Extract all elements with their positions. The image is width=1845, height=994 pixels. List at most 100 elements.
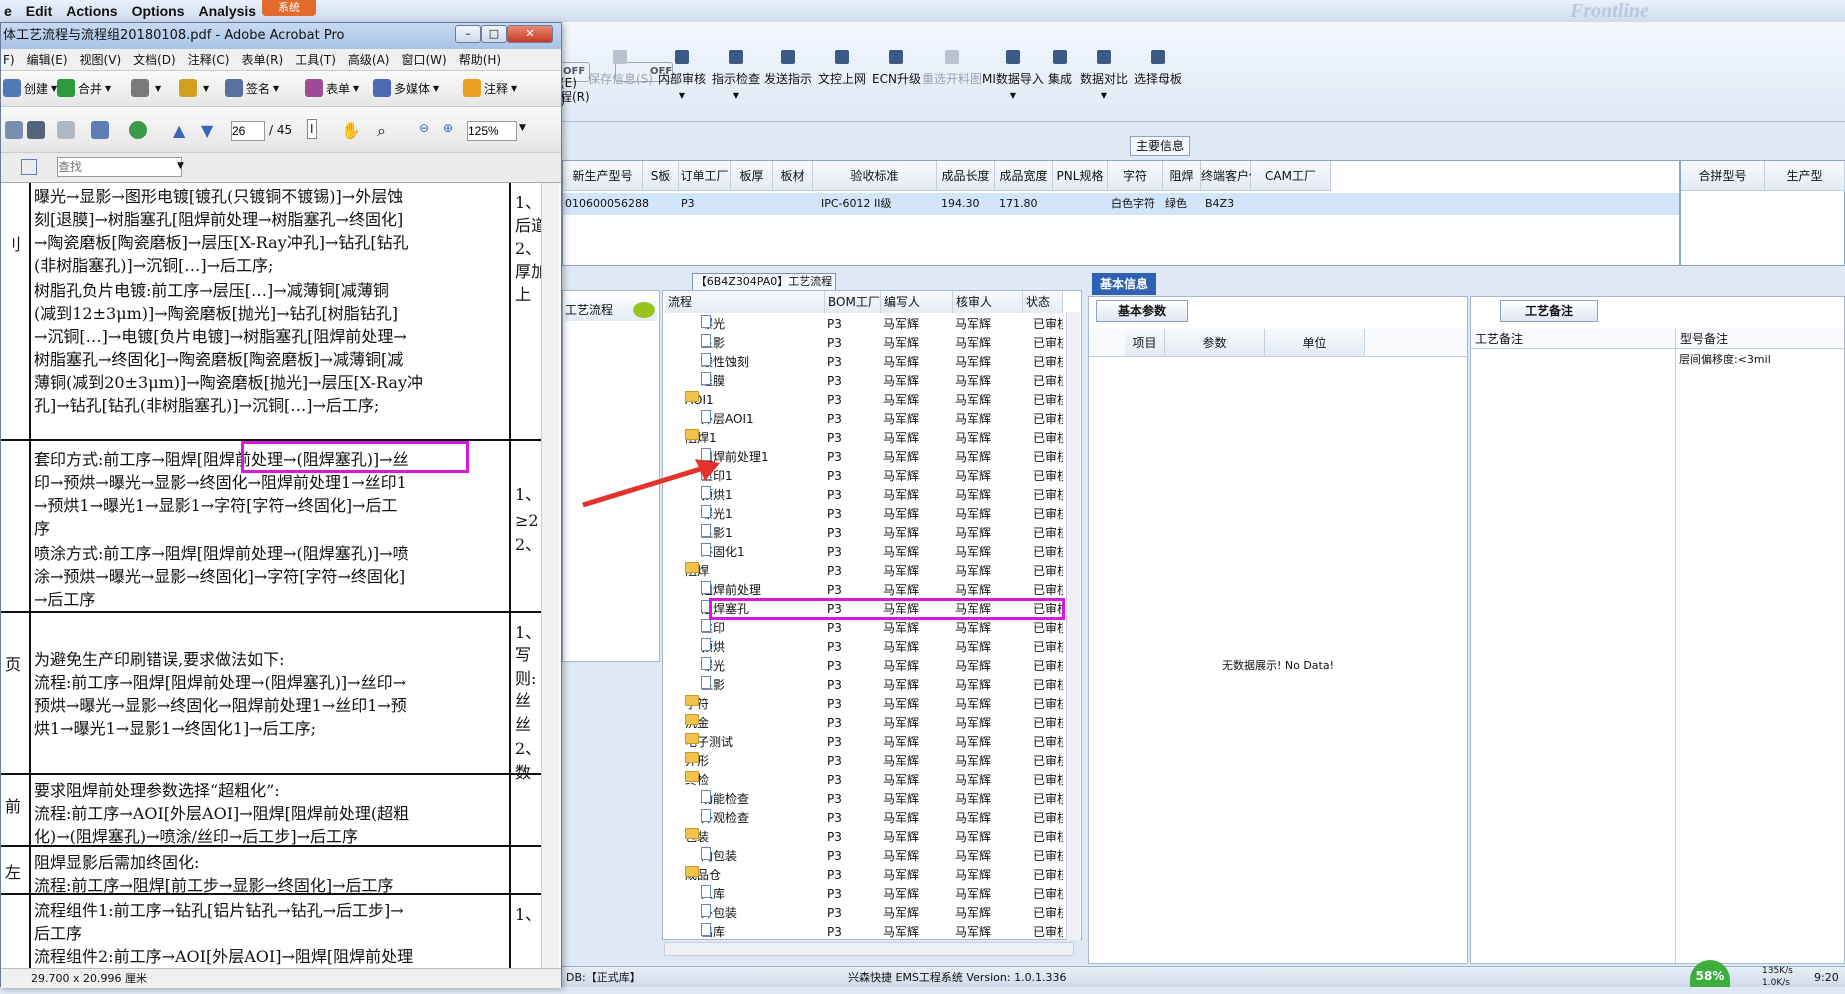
pdf-toolbar-button[interactable]: 多媒体 ▼ bbox=[373, 79, 439, 97]
maximize-button[interactable]: □ bbox=[481, 25, 507, 43]
col-header[interactable]: 订单工厂 bbox=[679, 161, 731, 191]
zoom-tool-icon[interactable]: ⌕ bbox=[377, 121, 386, 141]
pdf-menu-item[interactable]: 编辑(E) bbox=[27, 51, 68, 68]
tree-row[interactable]: −阻焊1P3马军辉马军辉已审核 bbox=[663, 429, 1063, 448]
find-input[interactable] bbox=[57, 157, 182, 177]
pdf-menu-item[interactable]: F) bbox=[3, 53, 15, 67]
zoom-in-icon[interactable]: ⊕ bbox=[443, 121, 453, 135]
web-icon[interactable] bbox=[129, 121, 147, 139]
vertical-scrollbar[interactable] bbox=[1066, 312, 1080, 940]
tree-row[interactable]: −包装P3马军辉马军辉已审核 bbox=[663, 828, 1063, 847]
tree-row[interactable]: 外观检查P3马军辉马军辉已审核 bbox=[663, 809, 1063, 828]
tree-row[interactable]: −终检P3马军辉马军辉已审核 bbox=[663, 771, 1063, 790]
col-header[interactable]: CAM工厂 bbox=[1251, 161, 1331, 191]
tree-row[interactable]: 曝光P3马军辉马军辉已审核 bbox=[663, 657, 1063, 676]
pdf-toolbar-button[interactable]: 注释 ▼ bbox=[463, 79, 517, 97]
ribbon-button-3[interactable]: 指示检查 ▼ bbox=[712, 50, 760, 100]
tab-basic-info[interactable]: 基本信息 bbox=[1092, 273, 1156, 295]
ribbon-button-11[interactable]: 选择母板 bbox=[1134, 50, 1182, 87]
col-header[interactable]: 板材 bbox=[773, 161, 813, 191]
zoom-out-icon[interactable]: ⊖ bbox=[419, 121, 429, 135]
page-number-input[interactable] bbox=[231, 121, 265, 141]
col-header[interactable]: 终端客户代码 bbox=[1201, 161, 1273, 191]
pdf-menu-item[interactable]: 窗口(W) bbox=[401, 51, 446, 68]
pdf-menu-item[interactable]: 文档(D) bbox=[133, 51, 176, 68]
horizontal-scrollbar[interactable] bbox=[664, 942, 1074, 956]
minimize-button[interactable]: – bbox=[455, 25, 481, 43]
fit-page-icon[interactable] bbox=[21, 159, 37, 175]
tree-row[interactable]: 外包装P3马军辉马军辉已审核 bbox=[663, 904, 1063, 923]
tab-process-remark[interactable]: 工艺备注 bbox=[1500, 300, 1598, 322]
tree-row[interactable]: 终固化1P3马军辉马军辉已审核 bbox=[663, 543, 1063, 562]
col-header[interactable]: 成品长度 bbox=[937, 161, 995, 191]
ribbon-button-9[interactable]: 集成 bbox=[1048, 50, 1072, 87]
close-button[interactable]: ✕ bbox=[507, 25, 553, 43]
col-header[interactable]: 状态 bbox=[1023, 291, 1063, 313]
tree-row[interactable]: 出库P3马军辉马军辉已审核 bbox=[663, 923, 1063, 942]
mail-icon[interactable] bbox=[5, 121, 23, 139]
tree-row[interactable]: −外形P3马军辉马军辉已审核 bbox=[663, 752, 1063, 771]
pdf-toolbar-button[interactable]: ▼ bbox=[131, 79, 161, 97]
chevron-down-icon[interactable]: ▼ bbox=[712, 91, 760, 100]
menu-item-actions[interactable]: Actions bbox=[66, 3, 117, 19]
tree-row[interactable]: −沉金P3马军辉马军辉已审核 bbox=[663, 714, 1063, 733]
pdf-toolbar-button[interactable]: ▼ bbox=[179, 79, 209, 97]
chevron-down-icon[interactable]: ▼ bbox=[658, 91, 706, 100]
previous-page-icon[interactable]: ▲ bbox=[173, 121, 185, 140]
tree-row[interactable]: 显影P3马军辉马军辉已审核 bbox=[663, 676, 1063, 695]
hand-tool-icon[interactable]: ✋ bbox=[341, 121, 361, 140]
pdf-menu-item[interactable]: 注释(C) bbox=[188, 51, 230, 68]
tree-row[interactable]: 显影P3马军辉马军辉已审核 bbox=[663, 334, 1063, 353]
ribbon-button-10[interactable]: 数据对比 ▼ bbox=[1080, 50, 1128, 100]
col-header[interactable]: 成品宽度 bbox=[995, 161, 1053, 191]
col-header[interactable]: 参数 bbox=[1165, 329, 1265, 357]
pdf-menu-item[interactable]: 表单(R) bbox=[241, 51, 283, 68]
menu-item-analysis[interactable]: Analysis bbox=[198, 3, 256, 19]
tree-row[interactable]: 内包装P3马军辉马军辉已审核 bbox=[663, 847, 1063, 866]
printer-icon[interactable] bbox=[27, 121, 45, 139]
col-header[interactable]: 新生产型号 bbox=[563, 161, 643, 191]
tree-row[interactable]: 丝印P3马军辉马军辉已审核 bbox=[663, 619, 1063, 638]
menu-item[interactable]: e bbox=[4, 3, 12, 19]
table-row[interactable]: 010600056288 P3 IPC-6012 II级 194.30 171.80 白色… bbox=[563, 193, 1679, 215]
tree-row[interactable]: 入库P3马军辉马军辉已审核 bbox=[663, 885, 1063, 904]
tree-row[interactable]: −成品仓P3马军辉马军辉已审核 bbox=[663, 866, 1063, 885]
pdf-menu-item[interactable]: 工具(T) bbox=[295, 51, 336, 68]
tree-row[interactable]: 酸性蚀刻P3马军辉马军辉已审核 bbox=[663, 353, 1063, 372]
tree-row[interactable]: 显影1P3马军辉马军辉已审核 bbox=[663, 524, 1063, 543]
col-header[interactable]: 编写人 bbox=[881, 291, 953, 313]
col-header[interactable]: S板 bbox=[643, 161, 679, 191]
pdf-menu-item[interactable]: 视图(V) bbox=[80, 51, 122, 68]
tab-basic-params[interactable]: 基本参数 bbox=[1096, 300, 1188, 322]
ribbon-button-6[interactable]: ECN升级 bbox=[872, 50, 921, 87]
ribbon-button-8[interactable]: MI数据导入 ▼ bbox=[982, 50, 1044, 100]
pdf-menu-item[interactable]: 高级(A) bbox=[348, 51, 390, 68]
tree-row[interactable]: 退膜P3马军辉马军辉已审核 bbox=[663, 372, 1063, 391]
ribbon-button-5[interactable]: 文控上网 bbox=[818, 50, 866, 87]
col-header[interactable]: 合拼型号 bbox=[1681, 161, 1765, 191]
ribbon-button-4[interactable]: 发送指示 bbox=[764, 50, 812, 87]
zoom-dropdown-icon[interactable]: ▼ bbox=[519, 123, 526, 133]
zoom-level-input[interactable] bbox=[467, 121, 517, 141]
col-header[interactable]: 工艺备注 bbox=[1475, 329, 1523, 349]
col-header[interactable]: 阻焊 bbox=[1163, 161, 1201, 191]
pdf-toolbar-button[interactable]: 创建 ▼ bbox=[3, 79, 57, 97]
tree-row[interactable]: 功能检查P3马军辉马军辉已审核 bbox=[663, 790, 1063, 809]
col-header[interactable]: 板厚 bbox=[731, 161, 773, 191]
pdf-toolbar-button[interactable]: 签名 ▼ bbox=[225, 79, 279, 97]
col-header[interactable]: PNL规格 bbox=[1053, 161, 1108, 191]
save-icon[interactable] bbox=[57, 121, 75, 139]
pdf-toolbar-button[interactable]: 合并 ▼ bbox=[57, 79, 111, 97]
col-header[interactable]: 核审人 bbox=[953, 291, 1023, 313]
tree-row[interactable]: −阻焊P3马军辉马军辉已审核 bbox=[663, 562, 1063, 581]
col-header[interactable]: 生产型 bbox=[1765, 161, 1845, 191]
col-header[interactable]: 项目 bbox=[1125, 329, 1165, 357]
col-header[interactable]: 验收标准 bbox=[813, 161, 937, 191]
pdf-toolbar-button[interactable]: 表单 ▼ bbox=[305, 79, 359, 97]
chevron-down-icon[interactable]: ▼ bbox=[982, 91, 1044, 100]
select-tool-icon[interactable]: I bbox=[307, 119, 317, 139]
tree-row[interactable]: −字符P3马军辉马军辉已审核 bbox=[663, 695, 1063, 714]
chevron-down-icon[interactable]: ▼ bbox=[1080, 91, 1128, 100]
find-dropdown-icon[interactable]: ▼ bbox=[177, 161, 184, 171]
col-header[interactable]: 字符 bbox=[1108, 161, 1163, 191]
